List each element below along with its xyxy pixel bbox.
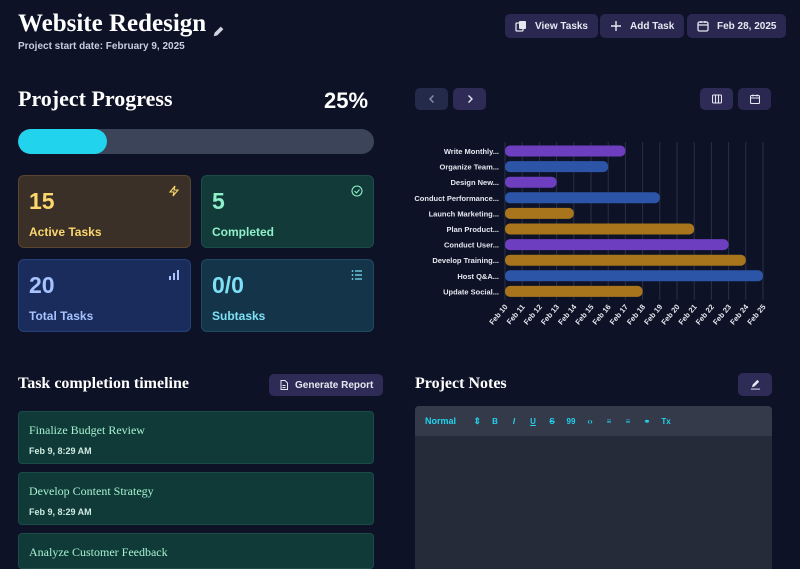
next-period-button[interactable]: [453, 88, 486, 110]
strikethrough-button[interactable]: S: [547, 417, 557, 426]
progress-bar: [18, 129, 374, 154]
completed-label: Completed: [212, 225, 275, 239]
timeline-item-title: Develop Content Strategy: [29, 484, 154, 498]
gantt-task-label: Conduct User...: [444, 241, 499, 250]
plus-icon: [611, 21, 621, 31]
gantt-bar: [505, 145, 626, 157]
gantt-task-label: Organize Team...: [440, 163, 499, 172]
gantt-bar: [505, 176, 557, 188]
code-block-button[interactable]: ‹›: [585, 417, 595, 426]
notes-title: Project Notes: [415, 375, 507, 392]
columns-icon: [711, 94, 722, 104]
calendar-view-button[interactable]: [738, 88, 771, 110]
clear-format-button[interactable]: Tx: [661, 417, 671, 426]
timeline-item-date: Feb 9, 8:29 AM: [29, 446, 92, 456]
generate-report-label: Generate Report: [295, 379, 374, 391]
gantt-task-label: Host Q&A...: [457, 272, 499, 281]
active-tasks-label: Active Tasks: [29, 225, 102, 239]
copy-icon: [515, 21, 526, 32]
lightning-icon: [168, 185, 180, 197]
bold-button[interactable]: B: [490, 417, 500, 426]
completed-value: 5: [212, 188, 225, 214]
check-circle-icon: [351, 185, 363, 197]
format-select[interactable]: Normal ⇕: [425, 416, 481, 427]
gantt-task-label: Update Social...: [443, 287, 499, 296]
project-start-date: Project start date: February 9, 2025: [18, 41, 185, 52]
gantt-task-label: Conduct Performance...: [414, 194, 499, 203]
gantt-task-label: Plan Product...: [446, 225, 499, 234]
timeline-item-title: Analyze Customer Feedback: [29, 545, 168, 559]
timeline-item-date: Feb 9, 8:29 AM: [29, 507, 92, 517]
view-tasks-label: View Tasks: [535, 20, 588, 32]
underline-button[interactable]: U: [528, 417, 538, 426]
blockquote-button[interactable]: 99: [566, 417, 576, 426]
active-tasks-card[interactable]: 15 Active Tasks: [18, 175, 191, 248]
list-icon: [351, 270, 362, 280]
timeline-item[interactable]: Develop Content Strategy Feb 9, 8:29 AM: [18, 472, 374, 525]
edit-title-pencil-icon[interactable]: [212, 17, 226, 37]
chevron-right-icon: [467, 95, 473, 103]
gantt-chart: Write Monthly... Organize Team... Design N…: [414, 142, 768, 327]
project-title: Website Redesign: [18, 10, 226, 38]
prev-period-button[interactable]: [415, 88, 448, 110]
view-tasks-button[interactable]: View Tasks: [505, 14, 598, 38]
progress-percent: 25%: [324, 88, 369, 113]
edit-icon: [750, 379, 760, 390]
add-task-button[interactable]: Add Task: [600, 14, 685, 38]
gantt-bar: [505, 161, 609, 173]
generate-report-button[interactable]: Generate Report: [269, 374, 384, 396]
total-tasks-label: Total Tasks: [29, 309, 94, 323]
select-arrows-icon: ⇕: [473, 415, 481, 426]
gantt-task-label: Develop Training...: [432, 256, 499, 265]
ordered-list-button[interactable]: ≡: [604, 417, 614, 426]
calendar-icon: [697, 21, 709, 32]
gantt-task-label: Launch Marketing...: [429, 209, 499, 218]
gantt-bar: [505, 192, 660, 204]
format-select-value: Normal: [425, 415, 457, 426]
total-tasks-card[interactable]: 20 Total Tasks: [18, 259, 191, 332]
completed-card[interactable]: 5 Completed: [201, 175, 374, 248]
timeline-item[interactable]: Analyze Customer Feedback: [18, 533, 374, 569]
gantt-x-tick-label: Feb 10: [487, 303, 509, 327]
timeline-title: Task completion timeline: [18, 375, 189, 392]
calendar-icon: [749, 94, 760, 104]
bullet-list-button[interactable]: ≡: [623, 417, 633, 426]
document-icon: [280, 380, 288, 390]
subtasks-card[interactable]: 0/0 Subtasks: [201, 259, 374, 332]
subtasks-label: Subtasks: [212, 309, 266, 323]
editor-toolbar: Normal ⇕ B I U S 99 ‹› ≡ ≡ ⚭ Tx: [415, 406, 772, 436]
active-tasks-value: 15: [29, 188, 55, 214]
gantt-bar: [505, 239, 729, 251]
date-label: Feb 28, 2025: [717, 20, 777, 32]
gantt-bar: [505, 270, 763, 282]
gantt-task-label: Write Monthly...: [444, 147, 499, 156]
edit-notes-button[interactable]: [738, 373, 772, 396]
add-task-label: Add Task: [630, 20, 675, 32]
subtasks-value: 0/0: [212, 272, 244, 298]
progress-title: Project Progress: [18, 86, 173, 111]
gantt-bar: [505, 254, 746, 266]
total-tasks-value: 20: [29, 272, 55, 298]
progress-bar-fill: [18, 129, 107, 154]
gantt-x-tick-label: Feb 25: [745, 303, 767, 327]
notes-editor[interactable]: Normal ⇕ B I U S 99 ‹› ≡ ≡ ⚭ Tx: [415, 406, 772, 569]
gantt-bar: [505, 223, 695, 235]
link-button[interactable]: ⚭: [642, 417, 652, 426]
project-title-text: Website Redesign: [18, 10, 207, 37]
timeline-item[interactable]: Finalize Budget Review Feb 9, 8:29 AM: [18, 411, 374, 464]
bar-chart-icon: [169, 270, 179, 280]
chevron-left-icon: [428, 95, 434, 103]
gantt-bar: [505, 207, 574, 219]
gantt-bar: [505, 285, 643, 297]
date-picker-button[interactable]: Feb 28, 2025: [687, 14, 787, 38]
gantt-task-label: Design New...: [451, 178, 499, 187]
columns-view-button[interactable]: [700, 88, 733, 110]
timeline-item-title: Finalize Budget Review: [29, 423, 145, 437]
italic-button[interactable]: I: [509, 417, 519, 426]
